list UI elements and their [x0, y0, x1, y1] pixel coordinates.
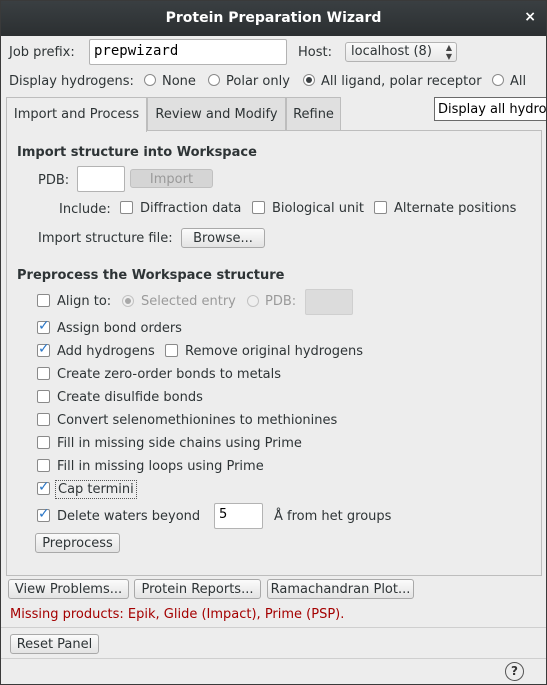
ramachandran-plot-button[interactable]: Ramachandran Plot...	[267, 579, 414, 599]
hydrogens-all-label: All	[510, 74, 527, 89]
hydrogens-none-radio[interactable]	[144, 74, 156, 86]
disulfide-bonds-label: Create disulfide bonds	[57, 390, 203, 405]
divider	[1, 658, 546, 659]
tab-refine[interactable]: Refine	[286, 97, 341, 131]
delete-waters-distance-input[interactable]: 5	[214, 503, 263, 529]
tooltip: Display all hydrog	[434, 97, 546, 121]
add-hydrogens-label: Add hydrogens	[57, 344, 155, 359]
host-value: localhost (8)	[351, 44, 432, 59]
protein-reports-button[interactable]: Protein Reports...	[134, 579, 261, 599]
missing-products-message: Missing products: Epik, Glide (Impact), …	[10, 607, 345, 622]
remove-hydrogens-label: Remove original hydrogens	[185, 344, 364, 359]
alternate-positions-label: Alternate positions	[394, 201, 517, 216]
biological-unit-checkbox[interactable]	[252, 201, 265, 214]
preprocess-section-title: Preprocess the Workspace structure	[17, 268, 285, 283]
align-to-label: Align to:	[57, 294, 112, 309]
import-section-title: Import structure into Workspace	[17, 145, 257, 160]
assign-bond-orders-label: Assign bond orders	[57, 321, 182, 336]
align-pdb-radio[interactable]	[247, 295, 259, 307]
add-hydrogens-checkbox[interactable]	[37, 341, 50, 357]
hydrogens-ligand-radio[interactable]	[303, 74, 315, 86]
divider	[1, 627, 546, 628]
selenomethionines-label: Convert selenomethionines to methionines	[57, 413, 338, 428]
pdb-id-input[interactable]	[77, 166, 125, 192]
diffraction-data-label: Diffraction data	[140, 201, 242, 216]
cap-termini-label: Cap termini	[55, 480, 137, 499]
missing-loops-label: Fill in missing loops using Prime	[57, 459, 264, 474]
assign-bond-orders-checkbox[interactable]	[37, 318, 50, 334]
pdb-label: PDB:	[38, 173, 70, 188]
delete-waters-checkbox[interactable]	[37, 506, 50, 522]
biological-unit-label: Biological unit	[272, 201, 364, 216]
import-button[interactable]: Import	[130, 169, 213, 188]
host-select[interactable]: localhost (8) ▲ ▼	[345, 42, 457, 62]
tab-review-and-modify[interactable]: Review and Modify	[147, 97, 286, 131]
browse-button[interactable]: Browse...	[181, 228, 265, 248]
cap-termini-checkbox[interactable]	[37, 479, 50, 495]
align-pdb-label: PDB:	[265, 294, 297, 309]
hydrogens-ligand-label: All ligand, polar receptor	[321, 74, 482, 89]
window-title: Protein Preparation Wizard	[165, 10, 382, 26]
hydrogens-none-label: None	[162, 74, 196, 89]
zero-order-bonds-label: Create zero-order bonds to metals	[57, 367, 282, 382]
remove-hydrogens-checkbox[interactable]	[165, 344, 178, 357]
selenomethionines-checkbox[interactable]	[37, 413, 50, 426]
align-to-checkbox[interactable]	[37, 294, 50, 307]
reset-panel-button[interactable]: Reset Panel	[10, 634, 99, 654]
align-pdb-input[interactable]	[305, 289, 353, 315]
align-selected-entry-label: Selected entry	[141, 294, 236, 309]
close-icon[interactable]: ×	[524, 9, 536, 25]
host-label: Host:	[298, 45, 332, 60]
hydrogens-all-radio[interactable]	[492, 74, 504, 86]
view-problems-button[interactable]: View Problems...	[8, 579, 129, 599]
diffraction-data-checkbox[interactable]	[120, 201, 133, 214]
delete-waters-label: Delete waters beyond	[57, 509, 201, 524]
tab-import-and-process[interactable]: Import and Process	[6, 97, 147, 132]
job-prefix-input[interactable]: prepwizard	[89, 39, 287, 65]
preprocess-button[interactable]: Preprocess	[35, 533, 120, 553]
title-bar[interactable]: Protein Preparation Wizard ×	[1, 1, 546, 36]
import-file-label: Import structure file:	[38, 231, 173, 246]
job-prefix-label: Job prefix:	[9, 45, 75, 60]
missing-loops-checkbox[interactable]	[37, 459, 50, 472]
zero-order-bonds-checkbox[interactable]	[37, 367, 50, 380]
include-label: Include:	[59, 202, 111, 217]
display-hydrogens-label: Display hydrogens:	[9, 74, 134, 89]
spin-arrows-icon: ▲ ▼	[445, 43, 452, 61]
hydrogens-polar-radio[interactable]	[208, 74, 220, 86]
hydrogens-polar-label: Polar only	[226, 74, 290, 89]
alternate-positions-checkbox[interactable]	[374, 201, 387, 214]
delete-waters-suffix: Å from het groups	[274, 509, 392, 524]
wizard-window: Protein Preparation Wizard × Job prefix:…	[0, 0, 547, 685]
side-chains-label: Fill in missing side chains using Prime	[57, 436, 302, 451]
disulfide-bonds-checkbox[interactable]	[37, 390, 50, 403]
help-icon[interactable]: ?	[505, 662, 524, 681]
side-chains-checkbox[interactable]	[37, 436, 50, 449]
align-selected-entry-radio[interactable]	[122, 295, 134, 307]
